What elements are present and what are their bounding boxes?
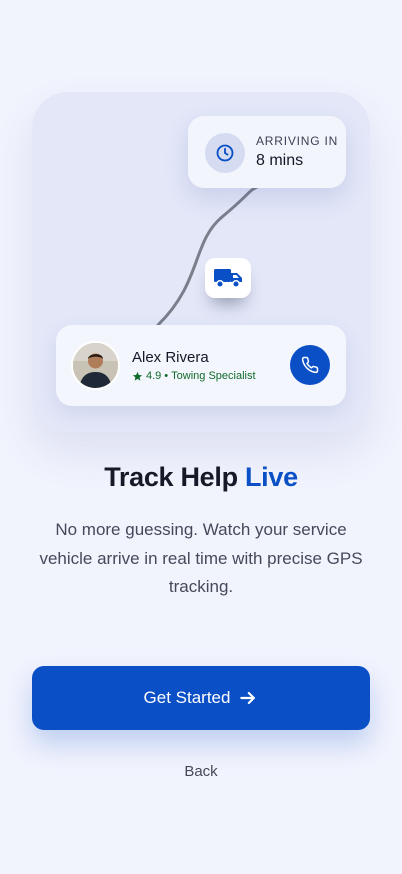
call-driver-button[interactable] <box>290 345 330 385</box>
driver-rating: 4.9 <box>146 370 162 382</box>
onboarding-screen: ARRIVING IN 8 mins Alex Rivera 4.9 • Tow… <box>0 0 402 874</box>
get-started-label: Get Started <box>143 688 231 707</box>
driver-avatar <box>71 341 120 390</box>
eta-value: 8 mins <box>256 152 304 169</box>
meta-separator: • <box>164 370 169 382</box>
title-accent: Live <box>244 462 298 492</box>
driver-name: Alex Rivera <box>132 349 209 366</box>
driver-meta: 4.9 • Towing Specialist <box>132 370 256 382</box>
title-prefix: Track Help <box>104 462 238 492</box>
arrow-right-icon <box>240 691 256 705</box>
driver-role: Towing Specialist <box>171 370 256 382</box>
get-started-button[interactable]: Get Started <box>32 666 370 730</box>
star-icon <box>132 371 143 381</box>
clock-icon <box>205 133 245 173</box>
driver-card: Alex Rivera 4.9 • Towing Specialist <box>56 325 346 406</box>
truck-icon <box>205 258 251 298</box>
eta-card: ARRIVING IN 8 mins <box>188 116 346 188</box>
eta-label: ARRIVING IN <box>256 134 339 148</box>
page-title: Track Help Live <box>0 462 402 493</box>
phone-icon <box>301 356 319 374</box>
tracking-illustration: ARRIVING IN 8 mins Alex Rivera 4.9 • Tow… <box>32 92 370 432</box>
page-description: No more guessing. Watch your service veh… <box>39 520 363 596</box>
back-button[interactable]: Back <box>0 763 402 780</box>
